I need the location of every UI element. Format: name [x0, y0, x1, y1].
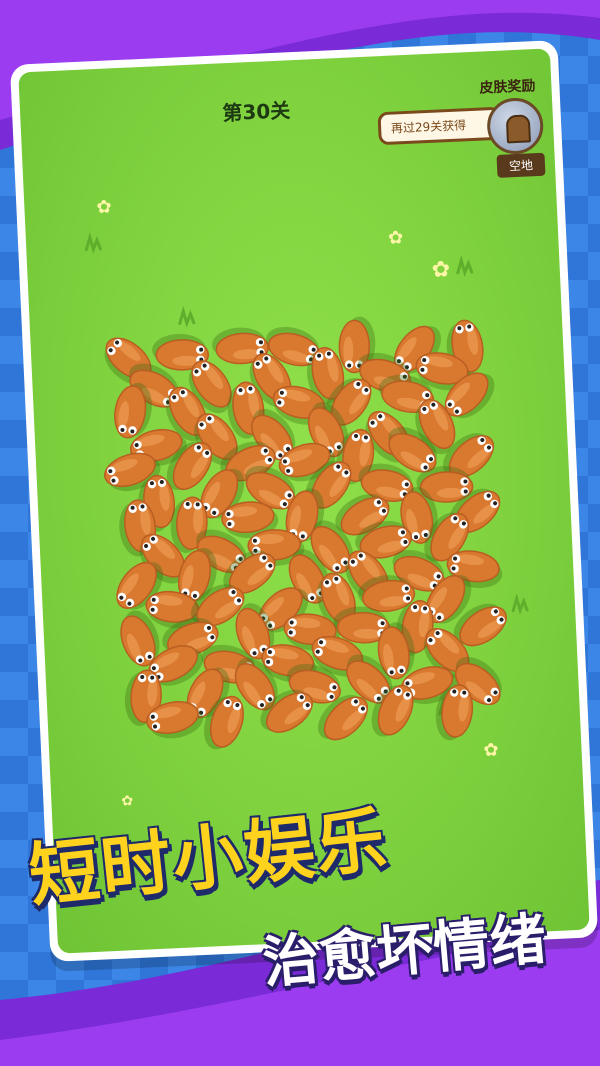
reward-item-name: 空地: [496, 152, 546, 178]
grass-tuft: [511, 593, 529, 615]
door-icon: [505, 114, 531, 144]
grass-tuft: [84, 232, 102, 254]
reward-progress-pill: 再过29关获得: [377, 106, 502, 146]
skin-reward-title: 皮肤奖励: [479, 78, 536, 97]
grass-tuft: [178, 305, 196, 328]
grass-tuft: [456, 255, 474, 278]
